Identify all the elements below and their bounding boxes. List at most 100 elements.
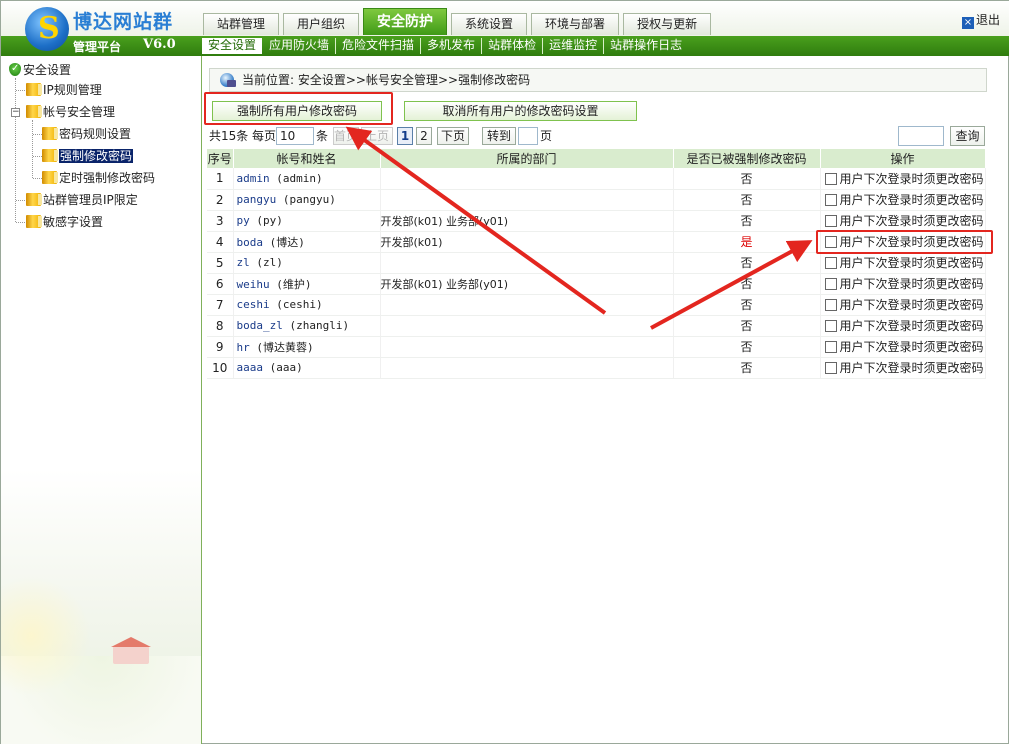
- goto-page-input[interactable]: [518, 127, 538, 145]
- tree-item-password-rules[interactable]: 密码规则设置: [42, 125, 131, 143]
- subnav-health-check[interactable]: 站群体检: [482, 38, 544, 54]
- version-label: V6.0: [143, 37, 176, 52]
- account-name: (ceshi): [276, 298, 323, 311]
- force-change-checkbox[interactable]: [824, 320, 837, 332]
- force-change-label[interactable]: 用户下次登录时须更改密码: [840, 340, 984, 354]
- goto-button[interactable]: 转到: [482, 127, 516, 145]
- table-row: 2 pangyu (pangyu) 否 用户下次登录时须更改密码: [207, 189, 986, 211]
- account-id: hr: [236, 340, 250, 354]
- account-cell: boda_zl (zhangli): [233, 315, 381, 337]
- force-change-label[interactable]: 用户下次登录时须更改密码: [840, 172, 984, 186]
- column-header-account: 帐号和姓名: [233, 149, 381, 168]
- force-change-checkbox[interactable]: [824, 215, 837, 227]
- table-body: 1 admin (admin) 否用户下次登录时须更改密码 2 pangyu (pang…: [207, 168, 986, 379]
- cancel-all-change-password-button[interactable]: 取消所有用户的修改密码设置: [404, 101, 637, 121]
- folder-icon: [42, 171, 58, 184]
- account-name: (博达黄蓉): [256, 340, 314, 354]
- force-change-checkbox[interactable]: [824, 362, 837, 374]
- force-change-checkbox[interactable]: [824, 299, 837, 311]
- main-tabs: 站群管理 用户组织 安全防护 系统设置 环境与部署 授权与更新: [203, 8, 715, 36]
- search-input[interactable]: [898, 126, 944, 146]
- prev-page-button[interactable]: 上页: [361, 127, 393, 145]
- tree-item-force-change-password[interactable]: 强制修改密码: [42, 147, 134, 165]
- per-page-input[interactable]: 10: [276, 127, 314, 145]
- department-cell: [380, 189, 674, 211]
- search-button[interactable]: 查询: [950, 126, 985, 146]
- column-header-action: 操作: [820, 149, 986, 168]
- pager-per-page-label: 每页: [252, 129, 277, 143]
- sub-navigation-bar: 管理平台 V6.0 安全设置 应用防火墙 危险文件扫描 多机发布 站群体检 运维…: [1, 36, 1009, 56]
- table-row: 1 admin (admin) 否 用户下次登录时须更改密码: [207, 168, 986, 190]
- force-change-label[interactable]: 用户下次登录时须更改密码: [840, 214, 984, 228]
- tree-line: [32, 120, 33, 178]
- platform-label: 管理平台: [73, 40, 122, 54]
- tree-item-admin-ip-limit[interactable]: 站群管理员IP限定: [26, 191, 138, 209]
- force-change-label[interactable]: 用户下次登录时须更改密码: [840, 361, 984, 375]
- force-change-label[interactable]: 用户下次登录时须更改密码: [840, 319, 984, 333]
- action-cell: 用户下次登录时须更改密码: [820, 210, 986, 232]
- tree-item-ip-rules[interactable]: IP规则管理: [26, 81, 102, 99]
- tab-security[interactable]: 安全防护: [363, 8, 448, 35]
- tree-label: 帐号安全管理: [43, 105, 116, 119]
- department-cell: 开发部(k01) 业务部(y01): [380, 273, 674, 295]
- tab-license[interactable]: 授权与更新: [623, 13, 712, 35]
- table-row: 8 boda_zl (zhangli) 否 用户下次登录时须更改密码: [207, 315, 986, 337]
- force-change-checkbox[interactable]: [824, 341, 837, 353]
- force-change-label[interactable]: 用户下次登录时须更改密码: [840, 277, 984, 291]
- logout-button[interactable]: × 退出: [961, 11, 1000, 29]
- folder-icon: [26, 193, 42, 206]
- tab-system-settings[interactable]: 系统设置: [451, 13, 528, 35]
- account-cell: hr (博达黄蓉): [233, 336, 381, 358]
- force-change-checkbox[interactable]: [824, 257, 837, 269]
- tab-user-org[interactable]: 用户组织: [283, 13, 360, 35]
- forced-status: 否: [673, 294, 821, 316]
- collapse-icon[interactable]: −: [11, 108, 20, 117]
- table-row: 7 ceshi (ceshi) 否 用户下次登录时须更改密码: [207, 294, 986, 316]
- row-index: 3: [207, 210, 234, 232]
- force-change-checkbox[interactable]: [824, 172, 837, 185]
- folder-icon: [42, 127, 58, 140]
- force-change-label[interactable]: 用户下次登录时须更改密码: [840, 298, 984, 312]
- account-name: (pangyu): [282, 193, 336, 206]
- folder-icon: [42, 149, 58, 162]
- row-index: 6: [207, 273, 234, 295]
- account-id: py: [236, 214, 250, 227]
- decorative-house: [111, 637, 151, 664]
- department-cell: [380, 315, 674, 337]
- table-header-row: 序号 帐号和姓名 所属的部门 是否已被强制修改密码 操作: [207, 149, 986, 168]
- page-button-1[interactable]: 1: [397, 127, 413, 145]
- folder-icon: [26, 215, 42, 228]
- forced-status: 否: [673, 189, 821, 211]
- subnav-multi-publish[interactable]: 多机发布: [421, 38, 483, 54]
- department-cell: [380, 294, 674, 316]
- next-page-button[interactable]: 下页: [437, 127, 469, 145]
- tree-item-sensitive-words[interactable]: 敏感字设置: [26, 213, 103, 231]
- column-header-department: 所属的部门: [380, 149, 674, 168]
- subnav-file-scan[interactable]: 危险文件扫描: [336, 38, 422, 54]
- tree-item-security-settings[interactable]: 安全设置: [9, 60, 71, 79]
- page-button-2[interactable]: 2: [416, 127, 432, 145]
- sidebar-tree: 安全设置 IP规则管理 − 帐号安全管理 密码规则设置 强制修改密码 定时强制修…: [1, 56, 202, 744]
- tree-item-account-security[interactable]: 帐号安全管理: [26, 103, 115, 121]
- breadcrumb: 当前位置: 安全设置>>帐号安全管理>>强制修改密码: [209, 68, 987, 92]
- tab-site-group[interactable]: 站群管理: [203, 13, 280, 35]
- subnav-security-settings[interactable]: 安全设置: [202, 38, 263, 54]
- account-name: (博达): [269, 235, 305, 249]
- tab-environment[interactable]: 环境与部署: [531, 13, 620, 35]
- subnav-operation-log[interactable]: 站群操作日志: [604, 38, 688, 54]
- forced-status: 否: [673, 336, 821, 358]
- force-change-checkbox[interactable]: [824, 194, 837, 206]
- force-change-label[interactable]: 用户下次登录时须更改密码: [840, 193, 984, 207]
- row-index: 10: [207, 357, 234, 379]
- subnav-firewall[interactable]: 应用防火墙: [263, 38, 337, 54]
- account-id: zl: [236, 256, 250, 269]
- force-change-label[interactable]: 用户下次登录时须更改密码: [840, 256, 984, 270]
- tree-item-timed-force-change[interactable]: 定时强制修改密码: [42, 169, 155, 187]
- force-change-checkbox[interactable]: [824, 278, 837, 290]
- first-page-button[interactable]: 首页: [333, 127, 359, 145]
- close-icon: ×: [961, 17, 974, 29]
- row-index: 7: [207, 294, 234, 316]
- folder-open-icon: [26, 105, 42, 118]
- action-cell: 用户下次登录时须更改密码: [820, 189, 986, 211]
- subnav-ops-monitor[interactable]: 运维监控: [543, 38, 605, 54]
